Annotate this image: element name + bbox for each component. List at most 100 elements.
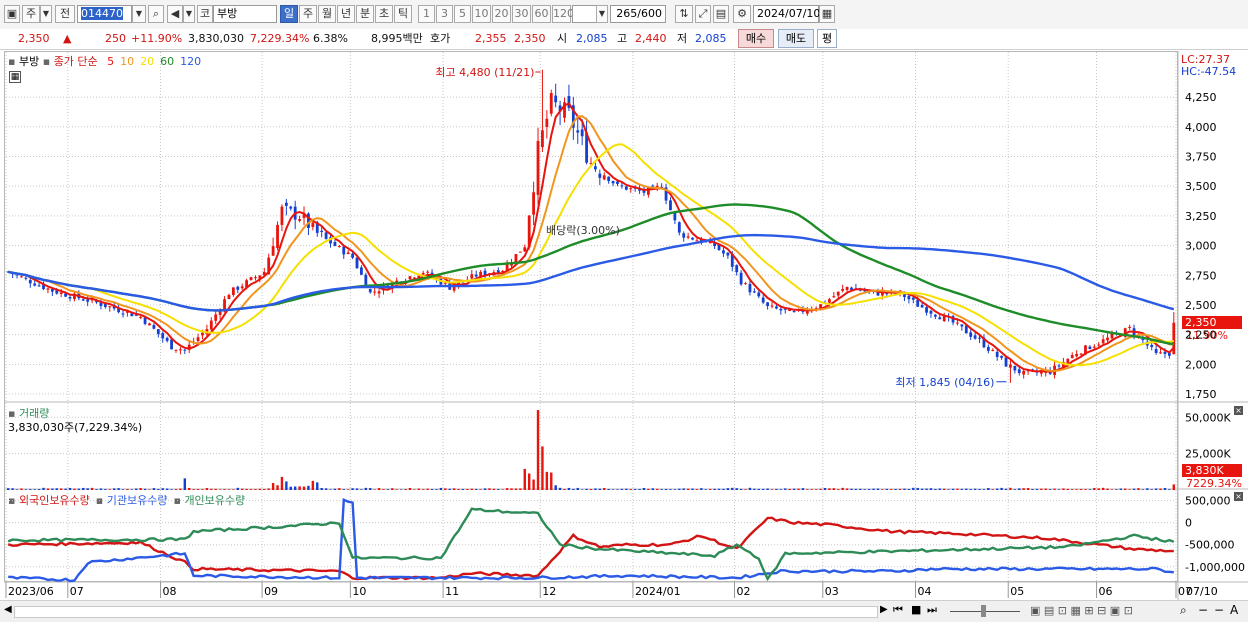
volume-bar (210, 489, 212, 490)
volume-bar (603, 488, 605, 490)
scroll-left-icon[interactable]: ◀ (4, 604, 12, 615)
candle-body (139, 317, 142, 318)
volume-bar (788, 489, 790, 490)
view-tools-icon[interactable]: ▣ ▤ ⊡ ▦ ⊞ ⊟ ▣ ⊡ (1030, 604, 1133, 617)
volume-bar (811, 489, 813, 490)
volume-bar (696, 489, 698, 490)
volume-bar (939, 489, 941, 490)
candle-body (687, 236, 690, 237)
zoom-slider-handle[interactable] (981, 605, 986, 617)
volume-tick-label: 25,000K (1185, 448, 1231, 461)
volume-bar (316, 482, 318, 490)
candle-body (832, 296, 835, 297)
candle-body (232, 287, 235, 295)
magnify-icon[interactable]: ⌕ (1180, 603, 1187, 618)
volume-bar (616, 489, 618, 490)
volume-bar (643, 488, 645, 490)
volume-bar (652, 488, 654, 490)
volume-bar (961, 489, 963, 490)
volume-bar (925, 489, 927, 490)
volume-bar (585, 489, 587, 490)
volume-bar (290, 487, 292, 490)
candle-body (793, 311, 796, 312)
candle-body (762, 298, 765, 303)
volume-bar (532, 480, 534, 490)
volume-bar (312, 481, 314, 490)
chart-svg: 2023/060708091011122024/0102030405060707… (0, 0, 1248, 600)
volume-bar (709, 489, 711, 490)
volume-bar (846, 488, 848, 490)
candle-body (696, 240, 699, 241)
volume-bar (674, 489, 676, 490)
volume-bar (1071, 489, 1073, 490)
candle-body (1080, 354, 1083, 355)
high-annotation: 최고 4,480 (11/21) (435, 66, 534, 79)
volume-bar (515, 488, 517, 490)
stop-icon[interactable]: ■ (911, 603, 921, 616)
candle-body (753, 291, 756, 292)
volume-bar (1058, 489, 1060, 490)
price-tick-label: 3,500 (1185, 180, 1217, 193)
volume-bar (568, 488, 570, 490)
volume-bar (784, 488, 786, 490)
candle-body (1075, 354, 1078, 356)
candle-body (921, 305, 924, 307)
volume-bar (1093, 488, 1095, 490)
x-axis-right-label: 07/10 (1186, 585, 1218, 598)
candle-body (86, 300, 89, 302)
volume-bar (912, 488, 914, 490)
zoom-in-icon[interactable]: − (1214, 603, 1224, 617)
volume-bar (285, 481, 287, 490)
volume-bar (1115, 489, 1117, 490)
candle-body (1150, 345, 1153, 347)
last-page-icon[interactable]: ⏭ (927, 603, 937, 617)
volume-bar (1014, 489, 1016, 490)
candle-body (691, 238, 694, 240)
volume-bar (206, 488, 208, 490)
volume-bar (758, 489, 760, 490)
volume-bar (42, 488, 44, 490)
candle-body (519, 252, 522, 253)
volume-bar (1009, 488, 1011, 490)
font-size-icon[interactable]: A (1230, 603, 1238, 617)
volume-bar (320, 488, 322, 490)
volume-bar (378, 488, 380, 490)
volume-bar (382, 489, 384, 490)
volume-bar (983, 489, 985, 490)
volume-bar (184, 478, 186, 490)
candle-body (285, 203, 288, 206)
volume-bar (1031, 489, 1033, 490)
volume-bar (245, 489, 247, 490)
horizontal-scrollbar[interactable] (14, 606, 878, 618)
candle-body (978, 338, 981, 339)
volume-bar (215, 489, 217, 490)
ma-line-10 (8, 116, 1174, 371)
volume-bar (387, 489, 389, 490)
volume-bar (1084, 489, 1086, 490)
volume-bar (881, 489, 883, 490)
candle-body (1089, 347, 1092, 349)
volume-bar (943, 489, 945, 490)
candle-body (532, 192, 535, 214)
volume-bar (82, 488, 84, 490)
volume-bar (678, 489, 680, 490)
volume-bar (201, 489, 203, 490)
volume-bar (409, 488, 411, 490)
volume-bar (272, 483, 274, 490)
volume-bar (872, 489, 874, 490)
price-tick-label: 3,000 (1185, 240, 1217, 253)
candle-body (766, 302, 769, 306)
scroll-right-icon[interactable]: ▶ (880, 604, 888, 615)
volume-bar (952, 489, 954, 490)
candle-body (1111, 334, 1114, 339)
volume-bar (1062, 488, 1064, 490)
volume-bar (471, 489, 473, 490)
candle-body (974, 335, 977, 338)
first-page-icon[interactable]: ⏮ (893, 603, 903, 617)
zoom-out-icon[interactable]: − (1198, 603, 1208, 617)
candle-body (581, 129, 584, 136)
candle-body (153, 325, 156, 329)
candle-body (320, 231, 323, 232)
candle-body (166, 338, 169, 341)
volume-bar (351, 488, 353, 490)
